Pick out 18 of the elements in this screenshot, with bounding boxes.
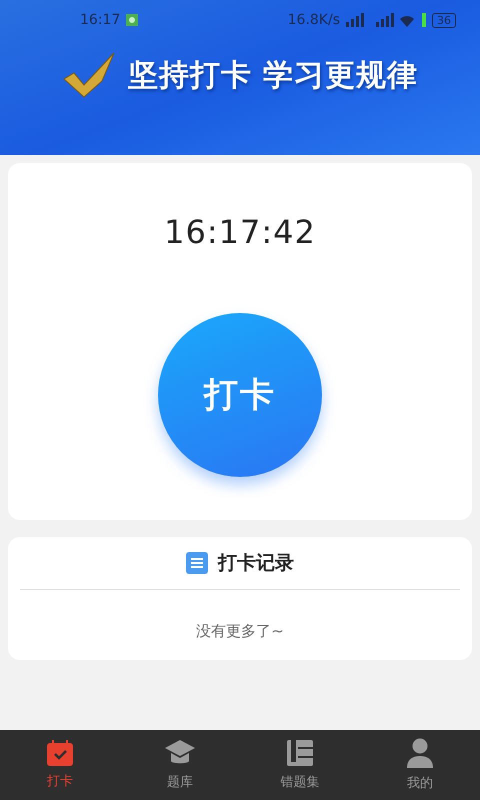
tab[interactable]: 打卡: [0, 730, 120, 800]
status-time: 16:17: [80, 12, 120, 28]
records-title: 打卡记录: [218, 551, 294, 576]
network-speed: 16.8K/s: [288, 12, 340, 28]
signal-bars-icon: [346, 13, 416, 27]
clock-time: 16:17:42: [164, 213, 316, 251]
tab[interactable]: 题库: [120, 730, 240, 800]
tab[interactable]: 错题集: [240, 730, 360, 800]
empty-message: 没有更多了~: [196, 622, 284, 641]
person-icon: [406, 738, 434, 768]
checkin-button[interactable]: 打卡: [158, 313, 322, 477]
banner-title: 坚持打卡 学习更规律: [128, 56, 418, 94]
tab[interactable]: 我的: [360, 730, 480, 800]
calendar-check-icon: [46, 740, 74, 766]
battery-percent: 36: [432, 12, 456, 28]
list-icon: [186, 552, 208, 574]
book-stack-icon: [286, 739, 314, 767]
app-notification-icon: [126, 14, 138, 26]
